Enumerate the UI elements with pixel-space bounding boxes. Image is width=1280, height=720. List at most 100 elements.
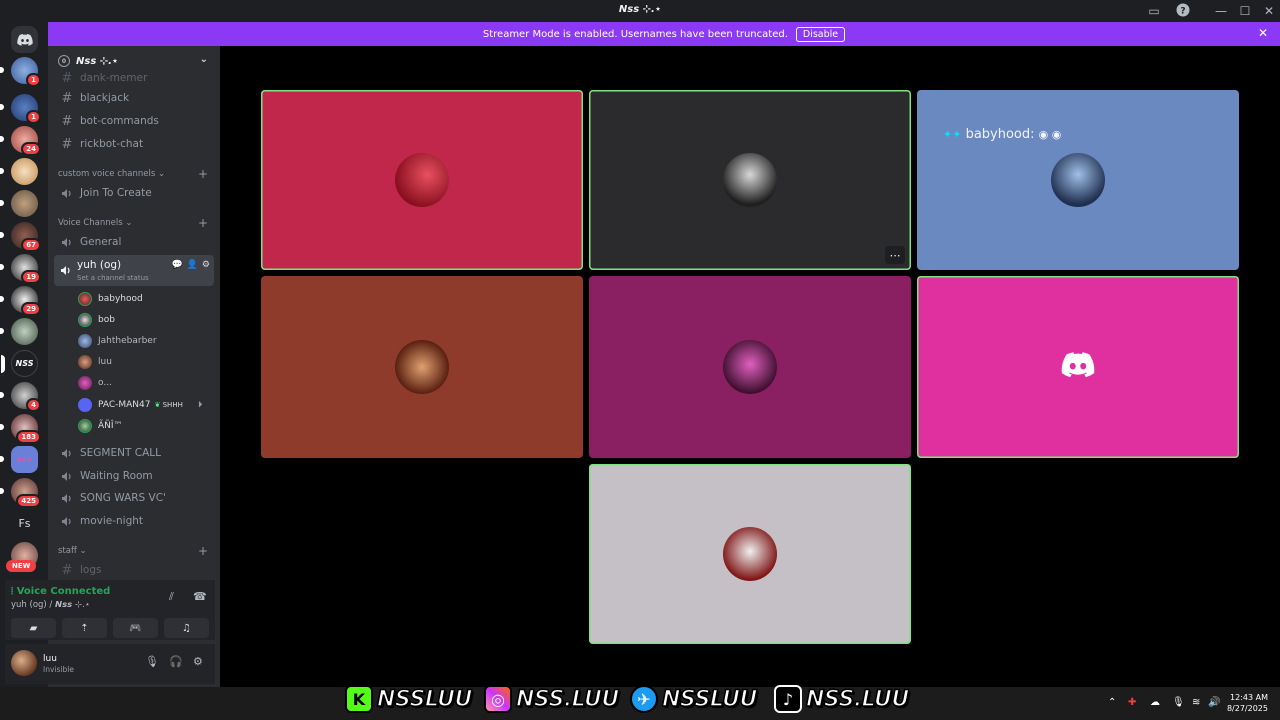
server-icon[interactable]: 425 — [0, 478, 41, 508]
user-name: o... — [98, 378, 112, 388]
invite-icon[interactable]: 👤 — [187, 260, 198, 270]
voice-user[interactable]: Jahthebarber — [78, 332, 157, 350]
volume-icon[interactable]: 🔊 — [1208, 697, 1220, 708]
clock-time: 12:43 AM — [1230, 693, 1268, 702]
microphone-icon[interactable]: 🎙 — [145, 655, 159, 668]
category-voice-channels[interactable]: Voice Channels ⌄ + — [58, 216, 214, 230]
participant-tile[interactable] — [917, 276, 1239, 458]
noise-suppression-icon[interactable]: ⫽ — [169, 590, 174, 604]
speaker-icon — [60, 237, 74, 248]
disable-button[interactable]: Disable — [795, 26, 846, 42]
server-icon[interactable] — [0, 190, 38, 217]
participant-avatar — [723, 527, 777, 581]
camera-off-icon: ▰ — [29, 622, 38, 634]
server-icon[interactable] — [0, 318, 38, 345]
fs-server-icon[interactable]: Fs — [11, 510, 38, 537]
channel-blackjack[interactable]: # blackjack — [56, 88, 214, 108]
server-icon[interactable]: 19 — [0, 254, 41, 284]
category-staff[interactable]: staff ⌄ + — [58, 544, 214, 558]
minimize-icon[interactable]: — — [1213, 3, 1229, 19]
app-tray-icon[interactable]: ✚ — [1128, 697, 1136, 708]
kick-icon: K — [345, 685, 373, 713]
server-icon[interactable]: RST — [0, 446, 38, 473]
speaker-icon — [60, 188, 74, 199]
voice-user[interactable]: o... — [78, 374, 112, 392]
activities-button[interactable]: 🎮 — [113, 618, 158, 638]
channel-yuh-og[interactable]: yuh (og) Set a channel status 💬 👤 ⚙ — [54, 255, 214, 286]
window-close-icon[interactable]: ✕ — [1261, 3, 1277, 19]
chevron-up-icon[interactable]: ⌃ — [1108, 697, 1116, 708]
voice-user[interactable]: bob — [78, 311, 115, 329]
nss-server-icon[interactable]: NSS — [1, 350, 38, 377]
disconnect-icon[interactable]: ☎ — [193, 590, 207, 603]
screen-share-button[interactable]: ⇡ — [62, 618, 107, 638]
server-icon[interactable]: 183 — [0, 414, 41, 444]
channel-label: General — [80, 236, 122, 248]
channel-label: blackjack — [80, 92, 130, 104]
add-channel-icon[interactable]: + — [198, 216, 208, 230]
discord-home-icon[interactable] — [11, 26, 38, 53]
channel-dank-memer[interactable]: # dank-memer — [56, 68, 214, 88]
server-icon[interactable]: 29 — [0, 286, 41, 316]
participant-tile[interactable]: ✦✦ babyhood: ◉ ◉ — [917, 90, 1239, 270]
user-name: babyhood — [98, 294, 143, 304]
banner-close-icon[interactable]: ✕ — [1258, 26, 1268, 40]
maximize-icon[interactable]: ☐ — [1237, 3, 1253, 19]
camera-button[interactable]: ▰ — [11, 618, 56, 638]
microphone-icon[interactable]: 🎙 — [1172, 697, 1185, 708]
channel-movie-night[interactable]: movie-night — [56, 511, 214, 531]
avatar — [78, 398, 92, 412]
channel-bot-commands[interactable]: # bot-commands — [56, 111, 214, 131]
gear-icon[interactable]: ⚙ — [202, 260, 210, 270]
participant-tile[interactable]: ⋯ — [589, 90, 911, 270]
chat-icon[interactable]: 💬 — [171, 260, 182, 270]
headphones-icon[interactable]: 🎧 — [169, 655, 183, 668]
server-icon[interactable]: 1 — [0, 57, 41, 87]
server-icon[interactable]: 67 — [0, 222, 41, 252]
server-icon[interactable]: 24 — [0, 126, 41, 156]
mention-badge: 183 — [16, 430, 41, 444]
channel-label: dank-memer — [80, 72, 148, 84]
channel-logs[interactable]: # logs — [56, 560, 214, 580]
channel-label: logs — [80, 564, 102, 576]
speaker-icon — [60, 516, 74, 527]
participant-tile[interactable] — [261, 276, 583, 458]
system-clock[interactable]: 12:43 AM 8/27/2025 — [1227, 692, 1268, 714]
category-custom-voice[interactable]: custom voice channels ⌄ + — [58, 167, 214, 181]
channel-label: rickbot-chat — [80, 138, 144, 150]
channel-waiting-room[interactable]: Waiting Room — [56, 466, 214, 486]
server-icon[interactable]: 4 — [0, 382, 41, 412]
more-options-icon[interactable]: ⋯ — [885, 246, 905, 264]
channel-general[interactable]: General — [56, 232, 214, 252]
instagram-icon: ◎ — [484, 685, 512, 713]
voice-user[interactable]: luu — [78, 353, 112, 371]
participant-tile[interactable] — [261, 90, 583, 270]
participant-tile[interactable] — [589, 276, 911, 458]
inbox-icon[interactable]: ▭ — [1146, 3, 1162, 19]
wifi-icon[interactable]: ≋ — [1192, 697, 1200, 708]
set-status-link[interactable]: Set a channel status — [77, 274, 149, 282]
channel-rickbot-chat[interactable]: # rickbot-chat — [56, 134, 214, 154]
emoji-icon: ◉ ◉ — [1038, 128, 1062, 141]
participant-tile[interactable] — [589, 464, 911, 644]
mention-badge: 19 — [21, 270, 41, 284]
cloud-icon[interactable]: ☁ — [1150, 697, 1160, 708]
server-icon[interactable]: 1 — [0, 94, 41, 124]
voice-user[interactable]: babyhood — [78, 290, 143, 308]
voice-location[interactable]: yuh (og) / 𝙉𝙨𝙨 ⊹.⋆ — [11, 600, 90, 610]
chevron-down-icon[interactable]: ⌄ — [200, 54, 208, 65]
avatar[interactable] — [11, 650, 37, 676]
social-handle: NSS.LUU — [805, 686, 910, 713]
add-channel-icon[interactable]: + — [198, 167, 208, 181]
channel-join-to-create[interactable]: Join To Create — [56, 183, 214, 203]
add-channel-icon[interactable]: + — [198, 544, 208, 558]
voice-user[interactable]: PAC-MAN47 ❦ SHHH ⏵ — [78, 396, 203, 414]
server-icon[interactable] — [0, 158, 38, 185]
help-icon[interactable]: ? — [1175, 3, 1191, 19]
gear-icon[interactable]: ⚙ — [193, 655, 203, 668]
avatar — [78, 355, 92, 369]
soundboard-button[interactable]: ♫ — [164, 618, 209, 638]
channel-segment-call[interactable]: SEGMENT CALL — [56, 443, 214, 463]
channel-song-wars[interactable]: SONG WARS VC' — [56, 488, 214, 508]
voice-user[interactable]: ÃÑÎ™ — [78, 417, 123, 435]
